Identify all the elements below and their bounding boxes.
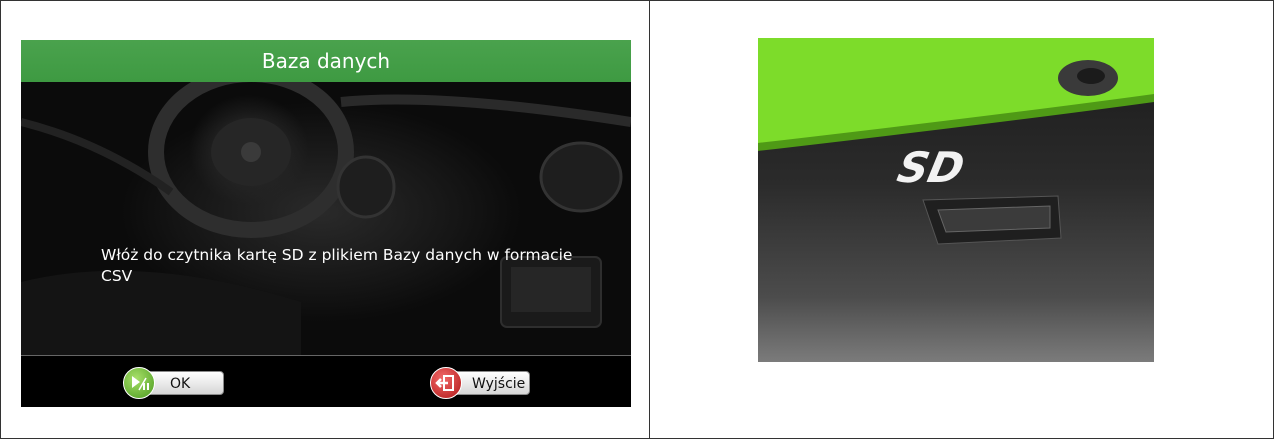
bottom-button-bar: OK Wyjście [21, 355, 631, 407]
exit-door-icon [430, 367, 462, 399]
exit-button-label: Wyjście [472, 376, 526, 392]
page-title: Baza danych [21, 40, 631, 82]
sd-logo-text: SD [893, 144, 968, 192]
car-interior-background [21, 82, 631, 355]
ok-button[interactable]: OK [123, 367, 224, 399]
column-divider [649, 0, 650, 439]
sd-slot-photo: SD [758, 38, 1154, 362]
insert-sd-message: Włóż do czytnika kartę SD z plikiem Bazy… [101, 246, 573, 285]
device-screen: Baza danych Włóż do czytnika kartę SD z … [21, 40, 631, 407]
ok-button-label: OK [170, 376, 191, 392]
exit-button[interactable]: Wyjście [430, 367, 530, 399]
play-pause-icon [123, 367, 155, 399]
